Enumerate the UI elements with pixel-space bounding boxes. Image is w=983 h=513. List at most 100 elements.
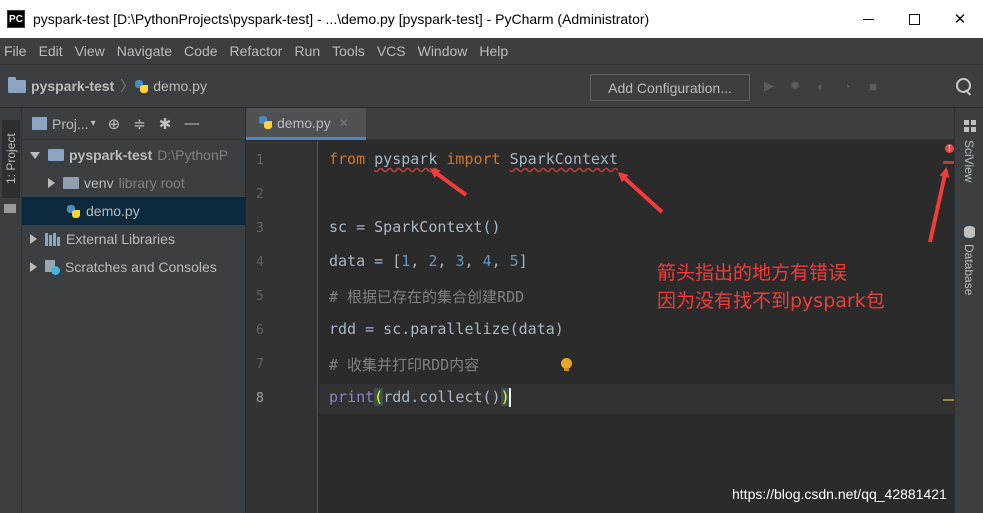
menu-item-edit[interactable]: Edit	[39, 43, 63, 59]
gear-icon[interactable]: ✱	[159, 115, 172, 133]
project-tree: pyspark-test D:\PythonP venv library root de…	[22, 141, 246, 281]
menu-item-help[interactable]: Help	[479, 43, 508, 59]
sciview-tool-tab[interactable]: SciView	[959, 140, 979, 182]
chevron-down-icon[interactable]: ▾	[91, 118, 96, 129]
folder-icon	[63, 177, 79, 189]
line-number: 7	[256, 357, 264, 372]
hide-panel-icon[interactable]: —	[184, 115, 199, 132]
code-line[interactable]: print(rdd.collect())	[329, 388, 511, 407]
close-tab-icon[interactable]: ✕	[339, 116, 349, 130]
code-line[interactable]: data = [1, 2, 3, 4, 5]	[329, 252, 528, 270]
line-number: 8	[256, 391, 264, 406]
warning-stripe-marker[interactable]	[943, 399, 954, 401]
code-token: ]	[518, 252, 528, 270]
line-number: 4	[256, 255, 264, 270]
pycharm-app-icon: PC	[7, 10, 25, 28]
run-icon[interactable]: ▶	[762, 78, 776, 93]
tree-item[interactable]: venv library root	[22, 169, 246, 197]
structure-folder-icon[interactable]	[4, 204, 16, 213]
tree-item[interactable]: Scratches and Consoles	[22, 253, 246, 281]
code-line[interactable]: sc = SparkContext()	[329, 218, 501, 236]
code-token: ,	[437, 252, 456, 270]
database-icon[interactable]	[964, 226, 975, 238]
line-number: 5	[256, 289, 264, 304]
menu-bar: File Edit View Navigate Code Refactor Run Tools…	[0, 38, 983, 64]
code-token: # 收集并打印RDD内容	[329, 356, 480, 374]
window-title: pyspark-test [D:\PythonProjects\pyspark-…	[33, 11, 650, 27]
watermark-url: https://blog.csdn.net/qq_42881421	[732, 486, 947, 502]
line-number: 2	[256, 187, 264, 202]
tree-item-label: Scratches and Consoles	[65, 259, 217, 275]
code-token: rdd = sc.parallelize(data)	[329, 320, 564, 338]
error-stripe-marker[interactable]	[943, 161, 954, 164]
code-line[interactable]: from pyspark import SparkContext	[329, 150, 618, 168]
menu-item-view[interactable]: View	[75, 43, 105, 59]
code-token: rdd.collect()	[383, 388, 501, 406]
tree-item[interactable]: External Libraries	[22, 225, 246, 253]
tab-demo-py[interactable]: demo.py ✕	[246, 108, 366, 140]
menu-item-code[interactable]: Code	[184, 43, 217, 59]
menu-item-vcs[interactable]: VCS	[377, 43, 406, 59]
menu-item-run[interactable]: Run	[294, 43, 320, 59]
breadcrumb-file[interactable]: demo.py	[153, 78, 207, 94]
menu-item-file[interactable]: File	[4, 43, 27, 59]
breadcrumb-project[interactable]: pyspark-test	[31, 78, 114, 94]
tree-item-hint: D:\PythonP	[157, 147, 229, 163]
title-bar: PC pyspark-test [D:\PythonProjects\pyspa…	[0, 0, 983, 38]
sciview-icon[interactable]	[964, 120, 976, 132]
code-token: print	[329, 388, 375, 406]
add-configuration-button[interactable]: Add Configuration...	[590, 74, 750, 101]
project-tool-tab[interactable]: 1: Project	[2, 120, 20, 198]
project-view-selector[interactable]: Proj...	[52, 116, 89, 132]
annotation-line-2: 因为没有找不到pyspark包	[657, 290, 885, 312]
minimize-button[interactable]	[845, 0, 891, 38]
code-line[interactable]: # 根据已存在的集合创建RDD	[329, 286, 524, 307]
chevron-right-icon[interactable]	[30, 234, 37, 244]
menu-item-tools[interactable]: Tools	[332, 43, 365, 59]
menu-item-refactor[interactable]: Refactor	[230, 43, 283, 59]
code-line[interactable]: # 收集并打印RDD内容	[329, 354, 479, 375]
lightbulb-icon[interactable]	[561, 358, 572, 371]
code-token: ,	[410, 252, 429, 270]
chevron-right-icon[interactable]	[48, 178, 55, 188]
python-file-icon	[66, 204, 81, 219]
chevron-right-icon[interactable]	[30, 262, 37, 272]
code-editor[interactable]: ! 箭头指出的地方有错误 因为没有找不到pyspark包 from pyspar…	[319, 141, 954, 513]
code-token: (	[374, 388, 384, 406]
menu-item-window[interactable]: Window	[418, 43, 468, 59]
code-line[interactable]: rdd = sc.parallelize(data)	[329, 320, 564, 338]
error-annotation: 箭头指出的地方有错误 因为没有找不到pyspark包	[657, 259, 885, 315]
debug-icon[interactable]: ✹	[788, 78, 802, 93]
code-token: data = [	[329, 252, 402, 270]
menu-item-navigate[interactable]: Navigate	[117, 43, 172, 59]
locate-file-icon[interactable]: ⊕	[108, 115, 121, 133]
tree-item-label: venv	[84, 175, 114, 191]
tree-item[interactable]: pyspark-test D:\PythonP	[22, 141, 246, 169]
close-button[interactable]: ✕	[937, 0, 983, 38]
editor-tabs: demo.py ✕	[246, 108, 954, 140]
database-tool-tab[interactable]: Database	[959, 244, 979, 295]
code-token: # 根据已存在的集合创建RDD	[329, 288, 525, 306]
code-token: SparkContext	[509, 150, 618, 168]
left-tool-stripe: 1: Project	[0, 108, 22, 513]
maximize-icon	[908, 13, 920, 25]
maximize-button[interactable]	[891, 0, 937, 38]
run-toolbar: ▶ ✹ ◐ ◔ ■	[762, 78, 892, 94]
error-indicator-icon[interactable]: !	[945, 144, 954, 153]
text-caret	[508, 388, 511, 407]
project-folder-icon	[8, 76, 26, 93]
line-number: 1	[256, 153, 264, 168]
collapse-all-icon[interactable]: ≑	[133, 115, 146, 133]
code-token: sc = SparkContext()	[329, 218, 501, 236]
tab-label: demo.py	[277, 114, 331, 131]
code-token: 4	[482, 252, 492, 270]
chevron-down-icon[interactable]	[30, 151, 40, 159]
coverage-icon[interactable]: ◐	[814, 79, 828, 94]
search-everywhere-icon[interactable]	[955, 77, 975, 97]
scratches-icon	[45, 259, 60, 275]
tree-item[interactable]: demo.py	[22, 197, 246, 225]
profile-icon[interactable]: ◔	[840, 79, 854, 94]
tree-item-label: pyspark-test	[69, 147, 153, 163]
stop-icon[interactable]: ■	[866, 79, 880, 94]
